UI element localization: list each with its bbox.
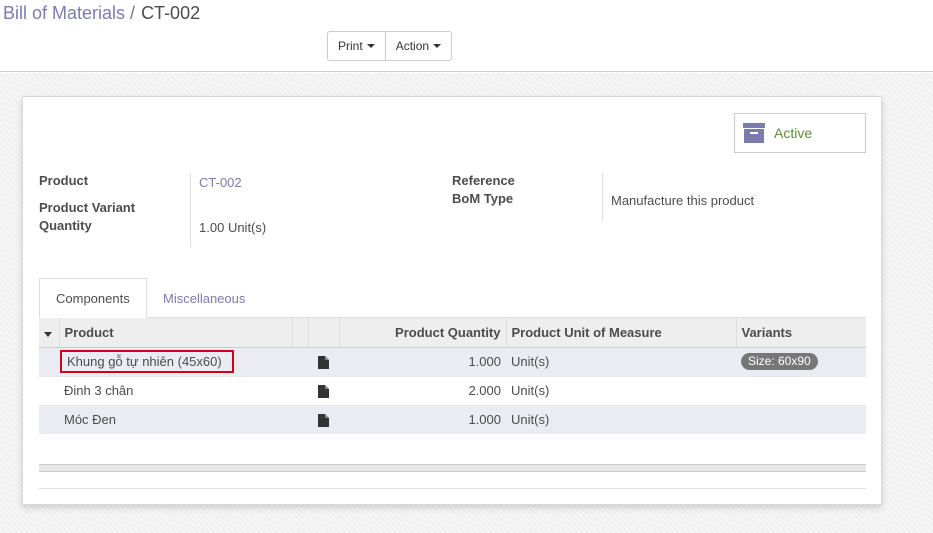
row-product[interactable]: Đinh 3 chân	[59, 375, 292, 405]
form-sheet: Active Product Product Variant Quantity …	[22, 96, 882, 505]
sheet-divider	[39, 488, 866, 489]
active-label: Active	[774, 125, 813, 141]
tab-components[interactable]: Components	[39, 278, 147, 318]
row-variants[interactable]	[736, 404, 866, 434]
breadcrumb-current: CT-002	[141, 3, 201, 23]
components-table: Product Product Quantity Product Unit of…	[39, 318, 866, 434]
row-product[interactable]: Móc Đen	[59, 404, 292, 434]
table-header-row: Product Product Quantity Product Unit of…	[39, 318, 866, 348]
select-column-header[interactable]	[39, 318, 59, 348]
variant-badge: Size: 60x90	[741, 353, 818, 370]
breadcrumb-separator: /	[130, 3, 136, 23]
bom-type-label: BoM Type	[452, 191, 514, 206]
quantity-label: Quantity	[39, 218, 92, 233]
product-value[interactable]: CT-002	[199, 175, 242, 190]
field-divider	[190, 173, 191, 247]
document-icon	[318, 385, 329, 399]
row-variants[interactable]: Size: 60x90	[736, 346, 866, 376]
quantity-unit: Unit(s)	[227, 220, 267, 235]
row-product[interactable]: Khung gỗ tự nhiên (45x60)	[59, 346, 292, 376]
document-icon-cell[interactable]	[308, 404, 339, 434]
field-divider	[602, 173, 603, 221]
tab-miscellaneous[interactable]: Miscellaneous	[147, 278, 261, 318]
action-buttons: Print Action	[327, 31, 453, 61]
breadcrumb-bill-of-materials[interactable]: Bill of Materials	[3, 3, 125, 23]
column-header-blank	[291, 318, 308, 348]
column-header-uom[interactable]: Product Unit of Measure	[505, 318, 736, 348]
row-uom[interactable]: Unit(s)	[506, 346, 736, 376]
table-row[interactable]: Đinh 3 chân 2.000 Unit(s)	[39, 375, 866, 405]
document-icon	[318, 414, 329, 428]
table-footer	[39, 464, 866, 472]
table-row[interactable]: Khung gỗ tự nhiên (45x60) 1.000 Unit(s) …	[39, 346, 866, 376]
row-quantity[interactable]: 1.000	[339, 346, 506, 376]
column-header-product-quantity[interactable]: Product Quantity	[338, 318, 506, 348]
print-button[interactable]: Print	[327, 31, 386, 61]
row-quantity[interactable]: 2.000	[339, 375, 506, 405]
document-icon-cell[interactable]	[308, 375, 339, 405]
row-uom[interactable]: Unit(s)	[506, 404, 736, 434]
caret-down-icon	[433, 44, 442, 48]
column-header-product[interactable]: Product	[58, 318, 292, 348]
caret-down-icon	[44, 331, 52, 337]
action-button[interactable]: Action	[385, 31, 453, 61]
document-icon	[318, 356, 329, 370]
column-header-variants[interactable]: Variants	[735, 318, 866, 348]
action-label: Action	[395, 39, 430, 53]
product-label: Product	[39, 173, 89, 188]
row-quantity[interactable]: 1.000	[339, 404, 506, 434]
row-variants[interactable]	[736, 375, 866, 405]
print-label: Print	[338, 39, 363, 53]
document-icon-cell[interactable]	[308, 346, 339, 376]
row-uom[interactable]: Unit(s)	[506, 375, 736, 405]
column-header-attachment	[307, 318, 339, 348]
table-row[interactable]: Móc Đen 1.000 Unit(s)	[39, 404, 866, 434]
bom-type-value[interactable]: Manufacture this product	[611, 193, 754, 208]
product-variant-label: Product Variant	[39, 200, 136, 215]
reference-label: Reference	[452, 173, 515, 188]
highlighted-product-name: Khung gỗ tự nhiên (45x60)	[60, 350, 234, 373]
control-panel: Bill of Materials / CT-002 Print Action	[0, 0, 933, 72]
quantity-value: 1.00	[199, 220, 225, 235]
caret-down-icon	[366, 44, 375, 48]
archive-icon	[743, 123, 765, 143]
quantity-field[interactable]: 1.00 Unit(s)	[199, 220, 266, 235]
active-toggle-button[interactable]: Active	[734, 113, 866, 153]
breadcrumb: Bill of Materials / CT-002	[3, 3, 200, 24]
